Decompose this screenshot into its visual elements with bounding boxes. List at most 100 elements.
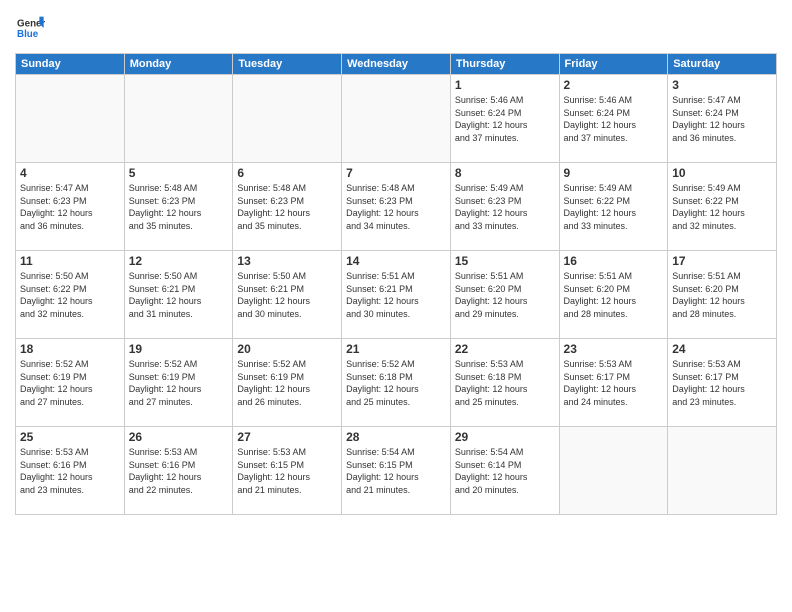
logo-icon: General Blue xyxy=(17,14,45,42)
day-info: Sunrise: 5:49 AMSunset: 6:23 PMDaylight:… xyxy=(455,182,555,232)
day-number: 22 xyxy=(455,342,555,356)
day-number: 28 xyxy=(346,430,446,444)
day-info: Sunrise: 5:53 AMSunset: 6:17 PMDaylight:… xyxy=(672,358,772,408)
day-info: Sunrise: 5:46 AMSunset: 6:24 PMDaylight:… xyxy=(564,94,664,144)
calendar-cell xyxy=(233,75,342,163)
calendar-cell: 25Sunrise: 5:53 AMSunset: 6:16 PMDayligh… xyxy=(16,427,125,515)
calendar-cell: 4 Sunrise: 5:47 AMSunset: 6:23 PMDaylight… xyxy=(16,163,125,251)
calendar-cell: 5 Sunrise: 5:48 AMSunset: 6:23 PMDaylight… xyxy=(124,163,233,251)
day-number: 2 xyxy=(564,78,664,92)
calendar-cell: 13 Sunrise: 5:50 AMSunset: 6:21 PMDayligh… xyxy=(233,251,342,339)
day-info: Sunrise: 5:52 AMSunset: 6:19 PMDaylight:… xyxy=(20,358,120,408)
day-info: Sunrise: 5:53 AMSunset: 6:15 PMDaylight:… xyxy=(237,446,337,496)
day-number: 15 xyxy=(455,254,555,268)
day-info: Sunrise: 5:48 AMSunset: 6:23 PMDaylight:… xyxy=(346,182,446,232)
day-info: Sunrise: 5:46 AMSunset: 6:24 PMDaylight:… xyxy=(455,94,555,144)
day-number: 1 xyxy=(455,78,555,92)
day-number: 5 xyxy=(129,166,229,180)
page: General Blue SundayMondayTuesdayWednesda… xyxy=(0,0,792,612)
calendar-cell: 27 Sunrise: 5:53 AMSunset: 6:15 PMDayligh… xyxy=(233,427,342,515)
calendar-header-thursday: Thursday xyxy=(450,54,559,75)
day-number: 10 xyxy=(672,166,772,180)
calendar-cell: 22Sunrise: 5:53 AMSunset: 6:18 PMDayligh… xyxy=(450,339,559,427)
day-info: Sunrise: 5:47 AMSunset: 6:24 PMDaylight:… xyxy=(672,94,772,144)
calendar-week-row: 18 Sunrise: 5:52 AMSunset: 6:19 PMDayligh… xyxy=(16,339,777,427)
calendar-cell: 2 Sunrise: 5:46 AMSunset: 6:24 PMDaylight… xyxy=(559,75,668,163)
calendar-cell: 14 Sunrise: 5:51 AMSunset: 6:21 PMDayligh… xyxy=(342,251,451,339)
calendar-cell: 17Sunrise: 5:51 AMSunset: 6:20 PMDayligh… xyxy=(668,251,777,339)
calendar-header-sunday: Sunday xyxy=(16,54,125,75)
calendar-cell: 8 Sunrise: 5:49 AMSunset: 6:23 PMDaylight… xyxy=(450,163,559,251)
day-info: Sunrise: 5:50 AMSunset: 6:21 PMDaylight:… xyxy=(237,270,337,320)
calendar-cell: 12 Sunrise: 5:50 AMSunset: 6:21 PMDayligh… xyxy=(124,251,233,339)
day-info: Sunrise: 5:50 AMSunset: 6:21 PMDaylight:… xyxy=(129,270,229,320)
calendar-cell xyxy=(668,427,777,515)
day-info: Sunrise: 5:51 AMSunset: 6:21 PMDaylight:… xyxy=(346,270,446,320)
calendar-header-saturday: Saturday xyxy=(668,54,777,75)
logo: General Blue xyxy=(15,14,45,47)
calendar-cell: 3 Sunrise: 5:47 AMSunset: 6:24 PMDaylight… xyxy=(668,75,777,163)
calendar-cell: 11Sunrise: 5:50 AMSunset: 6:22 PMDayligh… xyxy=(16,251,125,339)
day-info: Sunrise: 5:52 AMSunset: 6:19 PMDaylight:… xyxy=(129,358,229,408)
day-number: 14 xyxy=(346,254,446,268)
day-number: 27 xyxy=(237,430,337,444)
calendar-week-row: 11Sunrise: 5:50 AMSunset: 6:22 PMDayligh… xyxy=(16,251,777,339)
day-info: Sunrise: 5:53 AMSunset: 6:16 PMDaylight:… xyxy=(129,446,229,496)
day-number: 19 xyxy=(129,342,229,356)
day-number: 8 xyxy=(455,166,555,180)
day-info: Sunrise: 5:53 AMSunset: 6:16 PMDaylight:… xyxy=(20,446,120,496)
day-info: Sunrise: 5:54 AMSunset: 6:15 PMDaylight:… xyxy=(346,446,446,496)
day-info: Sunrise: 5:52 AMSunset: 6:18 PMDaylight:… xyxy=(346,358,446,408)
calendar-cell: 1 Sunrise: 5:46 AMSunset: 6:24 PMDaylight… xyxy=(450,75,559,163)
calendar-cell: 28 Sunrise: 5:54 AMSunset: 6:15 PMDayligh… xyxy=(342,427,451,515)
calendar-cell: 20Sunrise: 5:52 AMSunset: 6:19 PMDayligh… xyxy=(233,339,342,427)
day-info: Sunrise: 5:48 AMSunset: 6:23 PMDaylight:… xyxy=(237,182,337,232)
calendar-cell: 29Sunrise: 5:54 AMSunset: 6:14 PMDayligh… xyxy=(450,427,559,515)
calendar-header-monday: Monday xyxy=(124,54,233,75)
day-info: Sunrise: 5:51 AMSunset: 6:20 PMDaylight:… xyxy=(564,270,664,320)
day-number: 13 xyxy=(237,254,337,268)
day-number: 24 xyxy=(672,342,772,356)
day-number: 16 xyxy=(564,254,664,268)
header: General Blue xyxy=(15,10,777,47)
calendar-cell: 18 Sunrise: 5:52 AMSunset: 6:19 PMDayligh… xyxy=(16,339,125,427)
calendar-cell xyxy=(559,427,668,515)
day-number: 3 xyxy=(672,78,772,92)
calendar-week-row: 25Sunrise: 5:53 AMSunset: 6:16 PMDayligh… xyxy=(16,427,777,515)
calendar-header-tuesday: Tuesday xyxy=(233,54,342,75)
calendar-cell: 7 Sunrise: 5:48 AMSunset: 6:23 PMDaylight… xyxy=(342,163,451,251)
calendar-cell: 24 Sunrise: 5:53 AMSunset: 6:17 PMDayligh… xyxy=(668,339,777,427)
calendar-cell: 26 Sunrise: 5:53 AMSunset: 6:16 PMDayligh… xyxy=(124,427,233,515)
day-number: 23 xyxy=(564,342,664,356)
day-info: Sunrise: 5:48 AMSunset: 6:23 PMDaylight:… xyxy=(129,182,229,232)
calendar-cell xyxy=(342,75,451,163)
day-number: 9 xyxy=(564,166,664,180)
calendar-cell xyxy=(16,75,125,163)
day-info: Sunrise: 5:47 AMSunset: 6:23 PMDaylight:… xyxy=(20,182,120,232)
day-number: 11 xyxy=(20,254,120,268)
calendar-week-row: 4 Sunrise: 5:47 AMSunset: 6:23 PMDaylight… xyxy=(16,163,777,251)
day-number: 29 xyxy=(455,430,555,444)
svg-text:Blue: Blue xyxy=(17,29,39,40)
day-number: 4 xyxy=(20,166,120,180)
day-number: 7 xyxy=(346,166,446,180)
day-info: Sunrise: 5:51 AMSunset: 6:20 PMDaylight:… xyxy=(672,270,772,320)
calendar-cell: 10 Sunrise: 5:49 AMSunset: 6:22 PMDayligh… xyxy=(668,163,777,251)
calendar-cell: 6 Sunrise: 5:48 AMSunset: 6:23 PMDaylight… xyxy=(233,163,342,251)
calendar-cell: 16 Sunrise: 5:51 AMSunset: 6:20 PMDayligh… xyxy=(559,251,668,339)
calendar-header-wednesday: Wednesday xyxy=(342,54,451,75)
calendar-week-row: 1 Sunrise: 5:46 AMSunset: 6:24 PMDaylight… xyxy=(16,75,777,163)
day-number: 26 xyxy=(129,430,229,444)
day-info: Sunrise: 5:49 AMSunset: 6:22 PMDaylight:… xyxy=(672,182,772,232)
calendar-cell: 23 Sunrise: 5:53 AMSunset: 6:17 PMDayligh… xyxy=(559,339,668,427)
calendar-cell xyxy=(124,75,233,163)
calendar-header-row: SundayMondayTuesdayWednesdayThursdayFrid… xyxy=(16,54,777,75)
day-number: 6 xyxy=(237,166,337,180)
day-info: Sunrise: 5:53 AMSunset: 6:17 PMDaylight:… xyxy=(564,358,664,408)
calendar-cell: 15 Sunrise: 5:51 AMSunset: 6:20 PMDayligh… xyxy=(450,251,559,339)
calendar-header-friday: Friday xyxy=(559,54,668,75)
day-number: 12 xyxy=(129,254,229,268)
day-info: Sunrise: 5:51 AMSunset: 6:20 PMDaylight:… xyxy=(455,270,555,320)
day-number: 18 xyxy=(20,342,120,356)
calendar-cell: 9Sunrise: 5:49 AMSunset: 6:22 PMDaylight… xyxy=(559,163,668,251)
